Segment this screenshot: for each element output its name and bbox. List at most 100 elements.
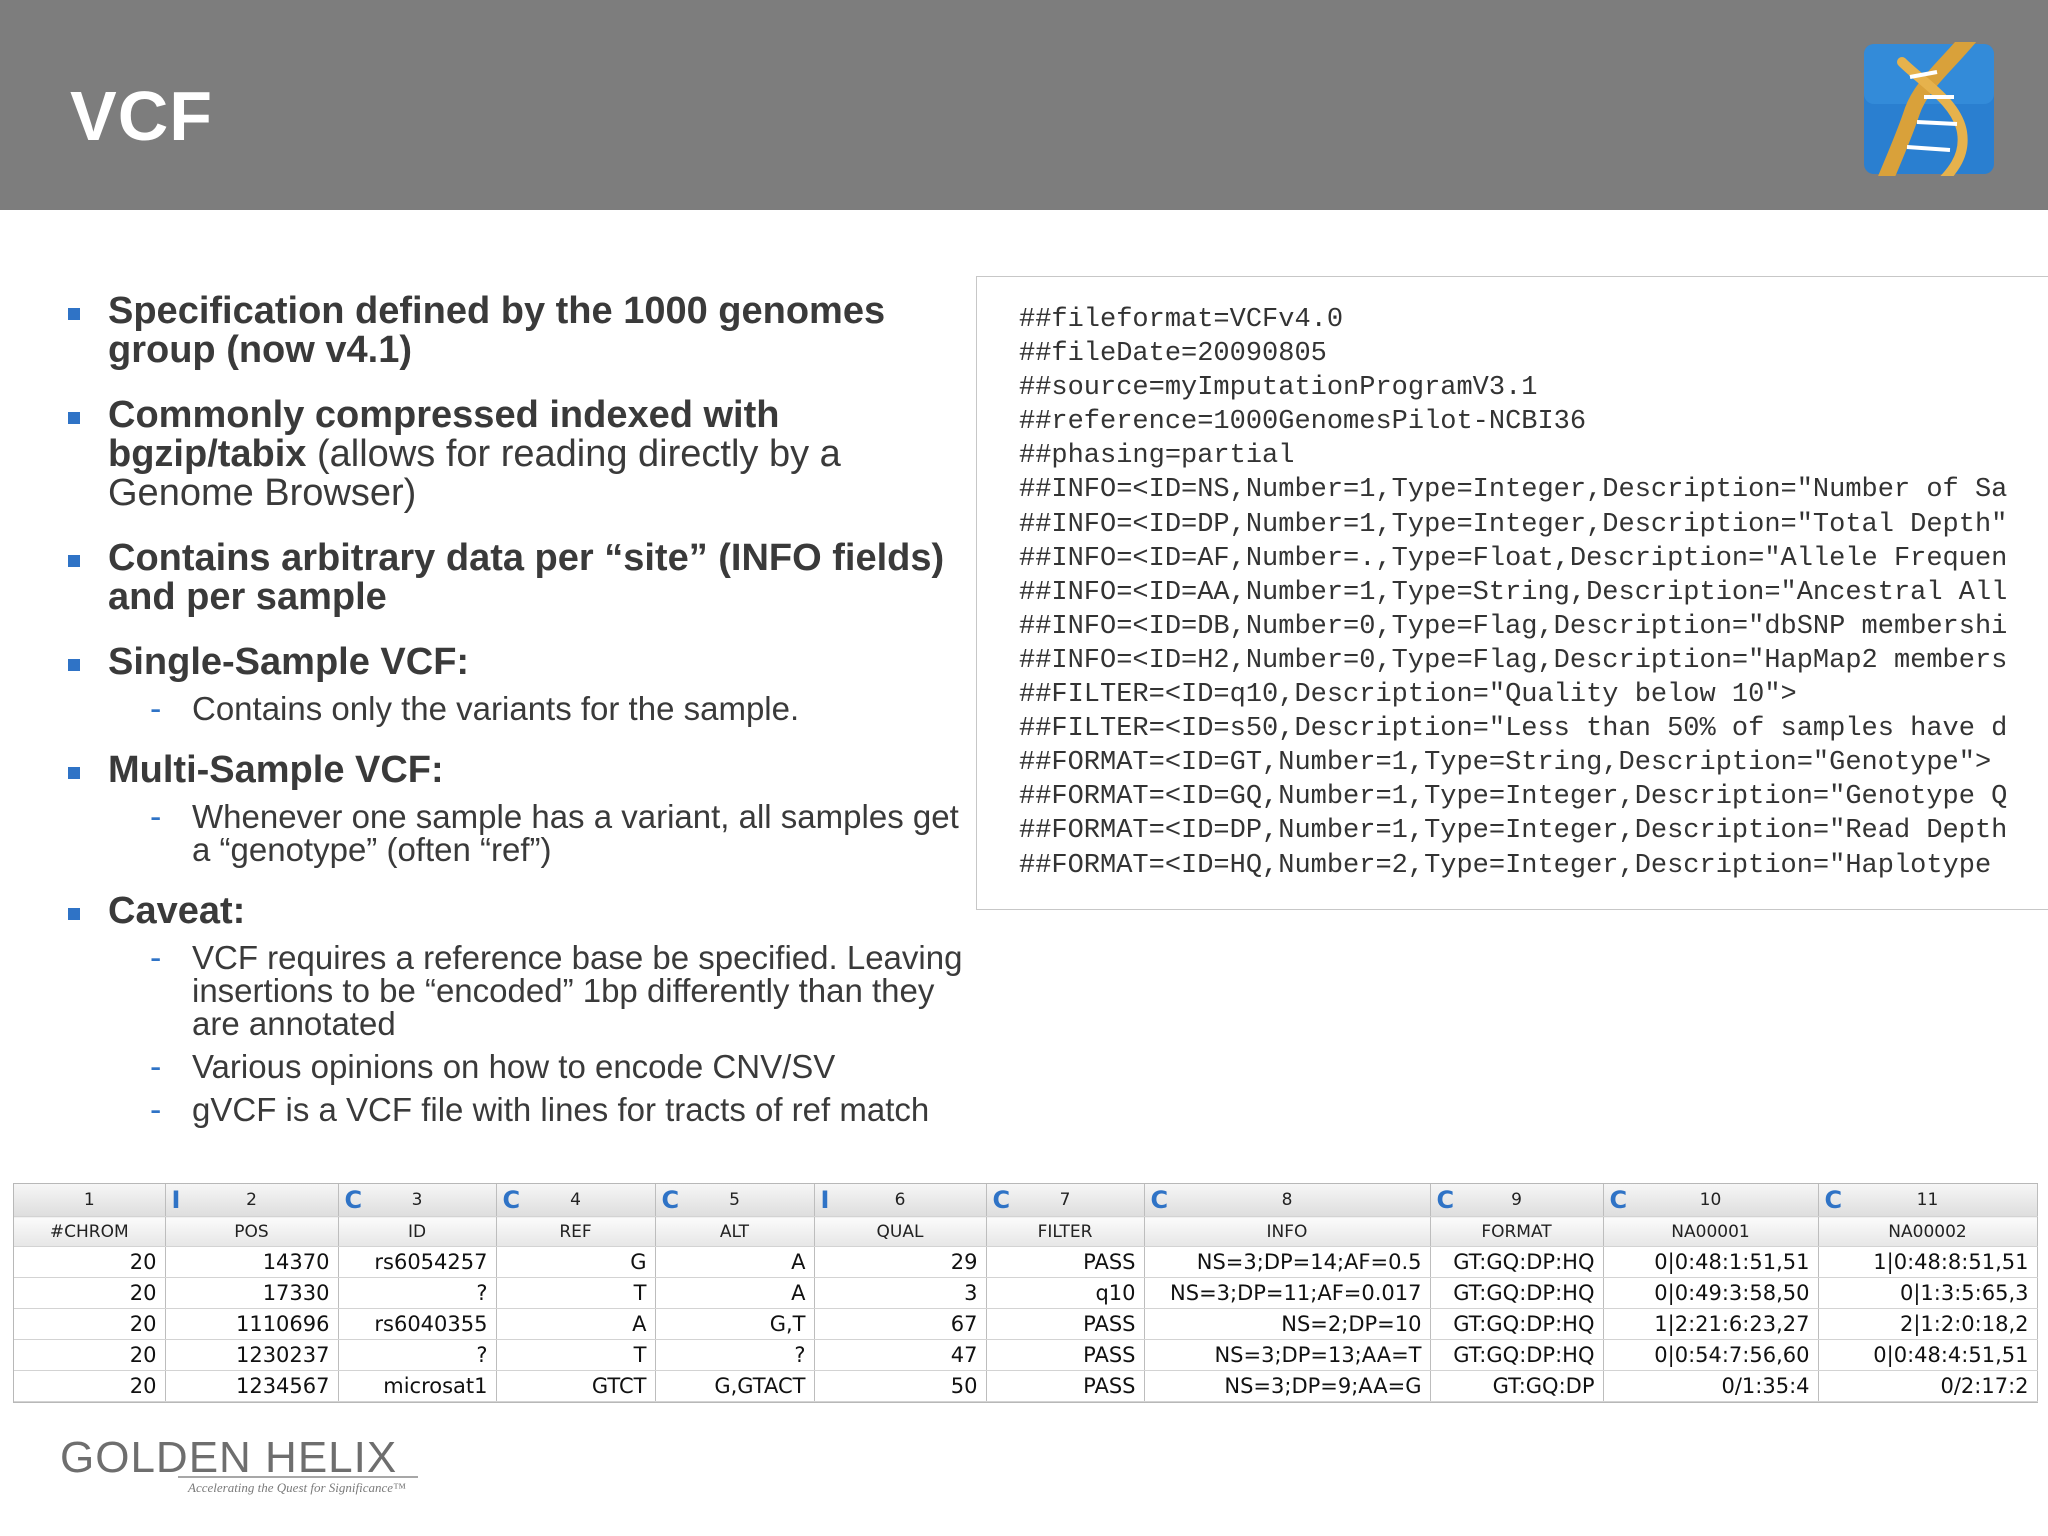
table-cell[interactable]: 1234567 [165,1370,339,1402]
table-cell[interactable]: ? [338,1277,497,1309]
table-cell[interactable]: GT:GQ:DP:HQ [1430,1246,1604,1278]
table-cell[interactable]: 3 [814,1277,987,1309]
column-number: 7 [1059,1190,1071,1210]
column-number-cell[interactable]: C8 [1144,1184,1431,1217]
table-cell[interactable]: 0/1:35:4 [1603,1370,1819,1402]
vcf-data-table: 1 I 2 C 3 C 4 C 5 I 6 C 7 C 8 C 9 C 10 C 11 #CHROM POS ID REF ALT… [13,1183,2038,1403]
table-cell[interactable]: NS=3;DP=13;AA=T [1144,1339,1431,1371]
column-header[interactable]: NA00002 [1818,1216,2038,1247]
table-cell[interactable]: G,GTACT [655,1370,815,1402]
table-cell[interactable]: 1|0:48:8:51,51 [1818,1246,2038,1278]
table-cell[interactable]: GT:GQ:DP [1430,1370,1604,1402]
table-cell[interactable]: 20 [14,1339,166,1371]
table-cell[interactable]: 2|1:2:0:18,2 [1818,1308,2038,1340]
code-line: ##source=myImputationProgramV3.1 [1019,373,1538,404]
bullet-bold-text: Multi-Sample VCF: [108,749,444,791]
table-cell[interactable]: GT:GQ:DP:HQ [1430,1308,1604,1340]
table-cell[interactable]: microsat1 [338,1370,497,1402]
column-number-cell[interactable]: C9 [1430,1184,1604,1217]
bullet-bold-text: Caveat: [108,890,246,932]
column-number-cell[interactable]: I2 [165,1184,339,1217]
table-cell[interactable]: PASS [986,1308,1145,1340]
table-cell[interactable]: 50 [814,1370,987,1402]
table-cell[interactable]: PASS [986,1370,1145,1402]
table-cell[interactable]: 1|2:21:6:23,27 [1603,1308,1819,1340]
column-number-cell[interactable]: C7 [986,1184,1145,1217]
column-number-cell[interactable]: C4 [496,1184,656,1217]
column-number-cell[interactable]: C 11 [1818,1184,2038,1217]
column-number: 9 [1511,1190,1522,1210]
table-cell[interactable]: NS=3;DP=11;AF=0.017 [1144,1277,1431,1309]
table-cell[interactable]: PASS [986,1246,1145,1278]
dash-marker-icon: - [150,690,162,728]
column-header[interactable]: #CHROM [14,1216,166,1247]
table-cell[interactable]: 67 [814,1308,987,1340]
table-cell[interactable]: 0|0:48:1:51,51 [1603,1246,1819,1278]
table-cell[interactable]: rs6054257 [338,1246,497,1278]
column-header[interactable]: FORMAT [1430,1216,1604,1247]
column-header[interactable]: QUAL [814,1216,987,1247]
column-number-cell[interactable]: 1 [14,1184,166,1217]
bullet-marker-icon [68,908,80,920]
table-cell[interactable]: 1110696 [165,1308,339,1340]
table-cell[interactable]: NS=3;DP=9;AA=G [1144,1370,1431,1402]
table-cell[interactable]: A [655,1246,815,1278]
table-cell[interactable]: A [496,1308,656,1340]
table-cell[interactable]: A [655,1277,815,1309]
table-row[interactable]: 20 14370 rs6054257 G A 29 PASS NS=3;DP=14;AF=0.… [14,1246,2038,1278]
table-row[interactable]: 20 1110696 rs6040355 A G,T 67 PASS NS=2;DP=10 GT… [14,1308,2038,1340]
table-cell[interactable]: T [496,1277,656,1309]
column-header[interactable]: POS [165,1216,339,1247]
table-cell[interactable]: 0|0:54:7:56,60 [1603,1339,1819,1371]
code-line: ##FORMAT=<ID=GT,Number=1,Type=String,Des… [1019,748,1992,779]
table-cell[interactable]: G,T [655,1308,815,1340]
column-number-cell[interactable]: I6 [814,1184,987,1217]
table-row[interactable]: 20 17330? T A 3 q10 NS=3;DP=11;AF=0.017 GT:GQ:D… [14,1277,2038,1309]
table-cell[interactable]: 0|0:48:4:51,51 [1818,1339,2038,1371]
table-cell[interactable]: GTCT [496,1370,656,1402]
table-cell[interactable]: 0|1:3:5:65,3 [1818,1277,2038,1309]
dash-marker-icon: - [150,1091,162,1129]
bullet-item: Specification defined by the 1000 genome… [66,292,966,370]
table-cell[interactable]: ? [338,1339,497,1371]
table-cell[interactable]: 1230237 [165,1339,339,1371]
column-number-cell[interactable]: C 10 [1603,1184,1819,1217]
table-cell[interactable]: rs6040355 [338,1308,497,1340]
table-cell[interactable]: 20 [14,1308,166,1340]
table-cell[interactable]: q10 [986,1277,1145,1309]
column-header[interactable]: ID [338,1216,497,1247]
column-number: 6 [894,1190,906,1210]
table-cell[interactable]: 20 [14,1246,166,1278]
categorical-type-icon: C [1609,1186,1628,1214]
table-cell[interactable]: 0/2:17:2 [1818,1370,2038,1402]
table-cell[interactable]: G [496,1246,656,1278]
table-cell[interactable]: 47 [814,1339,987,1371]
table-cell[interactable]: GT:GQ:DP:HQ [1430,1277,1604,1309]
code-line: ##fileformat=VCFv4.0 [1019,305,1344,335]
column-header[interactable]: REF [496,1216,656,1247]
column-header[interactable]: NA00001 [1603,1216,1819,1247]
table-cell[interactable]: NS=2;DP=10 [1144,1308,1431,1340]
column-header[interactable]: ALT [655,1216,815,1247]
table-cell[interactable]: 29 [814,1246,987,1278]
column-number-cell[interactable]: C3 [338,1184,497,1217]
table-cell[interactable]: PASS [986,1339,1145,1371]
table-cell[interactable]: 20 [14,1370,166,1402]
table-cell[interactable]: T [496,1339,656,1371]
table-row[interactable]: 20 1234567 microsat1 GTCT G,GTACT 50 PASS NS=3;… [14,1370,2038,1402]
table-cell[interactable]: 14370 [165,1246,339,1278]
table-row[interactable]: 20 1230237? T? 47 PASS NS=3;DP=13;AA=T GT:GQ:D… [14,1339,2038,1371]
table-cell[interactable]: 20 [14,1277,166,1309]
column-header[interactable]: FILTER [986,1216,1145,1247]
table-cell[interactable]: ? [655,1339,815,1371]
column-number: 1 [83,1190,95,1210]
bullet-marker-icon [68,767,80,779]
table-cell[interactable]: 17330 [165,1277,339,1309]
table-cell[interactable]: 0|0:49:3:58,50 [1603,1277,1819,1309]
column-number-cell[interactable]: C5 [655,1184,815,1217]
column-number: 4 [570,1190,581,1210]
column-header[interactable]: INFO [1144,1216,1431,1247]
table-cell[interactable]: NS=3;DP=14;AF=0.5 [1144,1246,1431,1278]
table-cell[interactable]: GT:GQ:DP:HQ [1430,1339,1604,1371]
column-number: 11 [1916,1190,1939,1210]
